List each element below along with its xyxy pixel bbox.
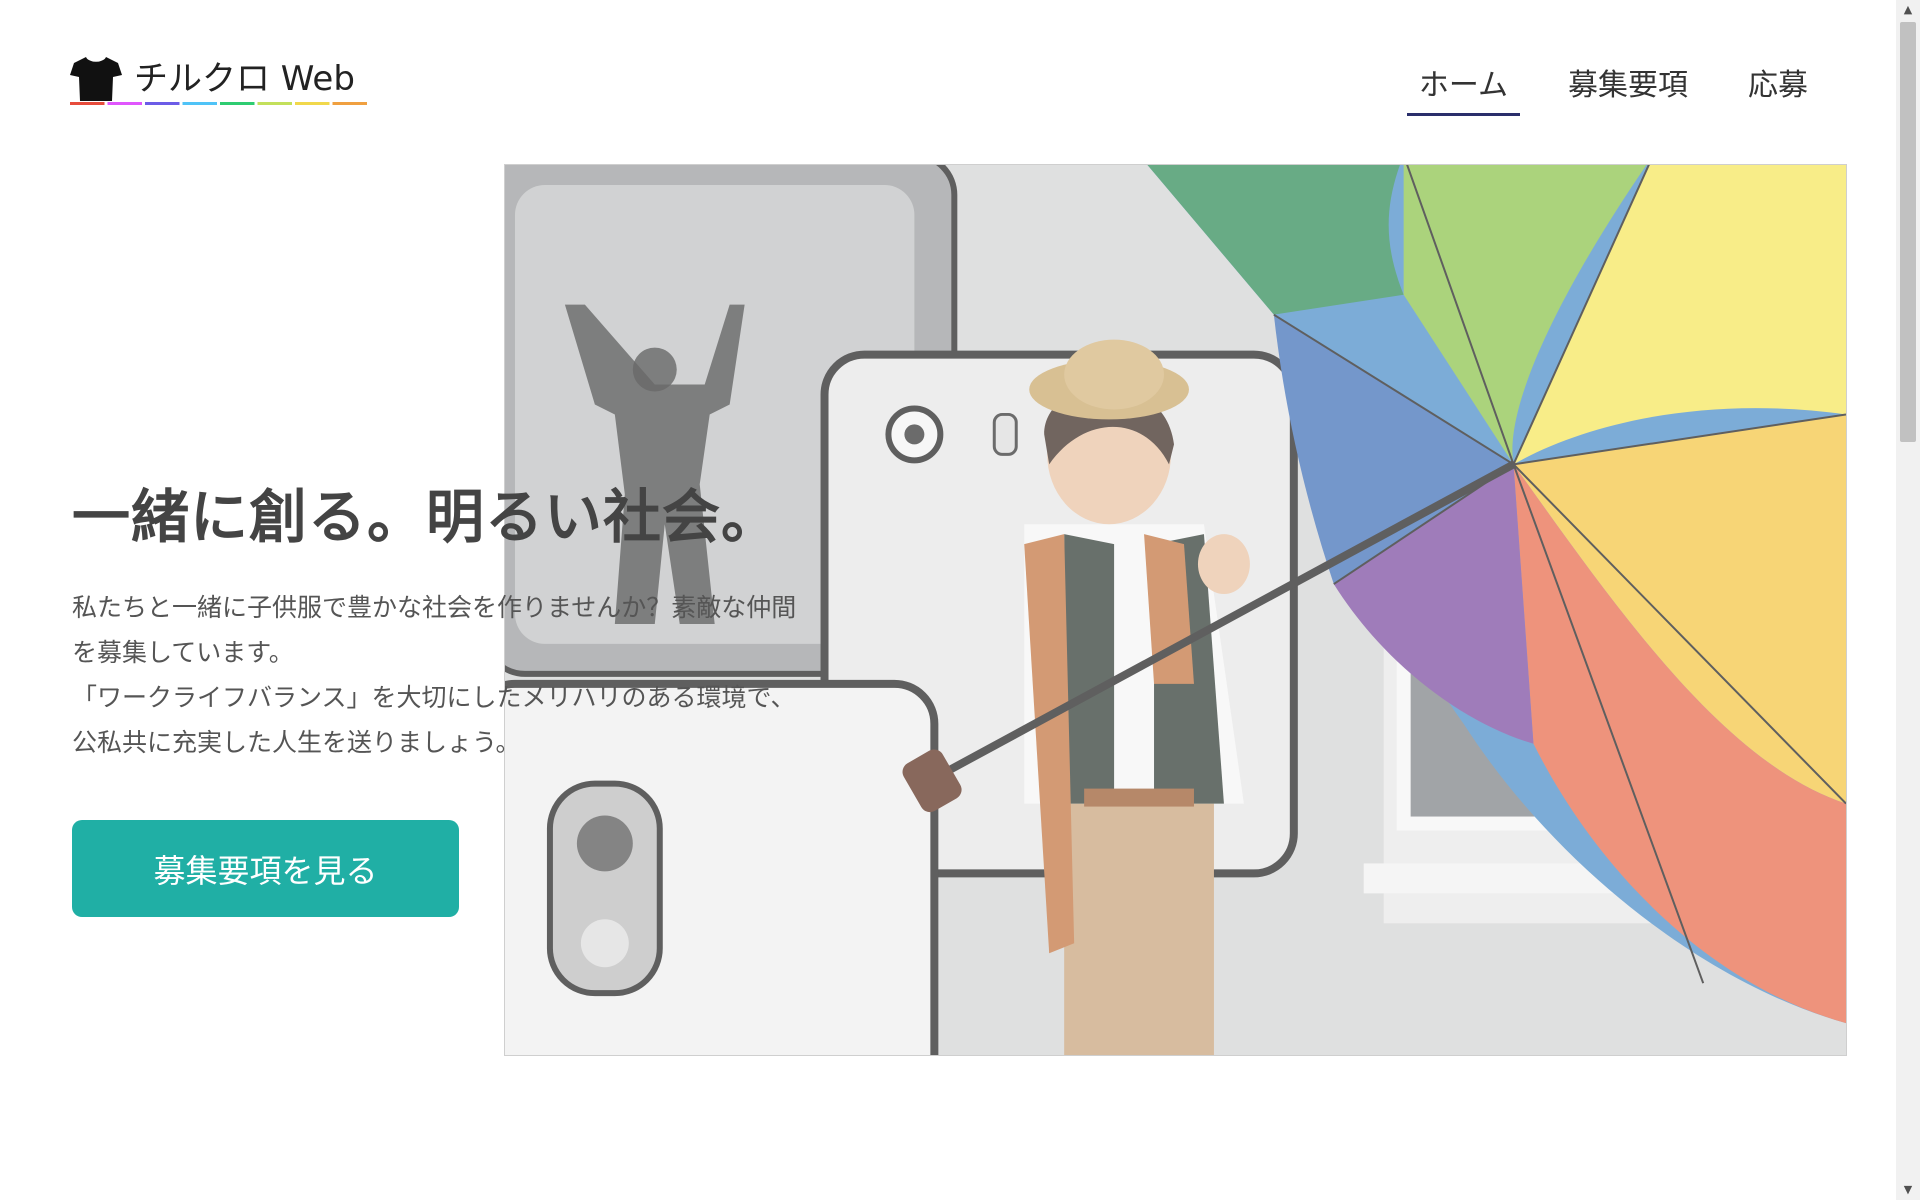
hero-title: 一緒に創る。明るい社会。 bbox=[72, 483, 781, 551]
nav-item-home[interactable]: ホーム bbox=[1406, 60, 1521, 116]
page: チルクロ Web ホーム 募集要項 応募 一緒に創る。明るい社会。 私たちと一緒… bbox=[0, 0, 1920, 1200]
logo-text: チルクロ Web bbox=[134, 59, 355, 99]
logo-color-underline bbox=[70, 102, 367, 105]
logo-underline-segment bbox=[257, 102, 292, 105]
scrollbar-thumb[interactable] bbox=[1900, 22, 1916, 442]
hero-description: 私たちと一緒に子供服で豊かな社会を作りませんか？素敵な仲間を募集しています。 「… bbox=[72, 585, 812, 765]
logo-underline-segment bbox=[220, 102, 255, 105]
logo-underline-segment bbox=[332, 102, 367, 105]
nav-item-recruitment[interactable]: 募集要項 bbox=[1556, 60, 1700, 116]
scroll-up-arrow-icon[interactable]: ▲ bbox=[1896, 0, 1920, 20]
main-nav: ホーム 募集要項 応募 bbox=[1371, 60, 1820, 116]
hero-description-line-2: 「ワークライフバランス」を大切にしたメリハリのある環境で、公私共に充実した人生を… bbox=[72, 683, 796, 757]
site-logo[interactable]: チルクロ Web bbox=[70, 55, 380, 110]
vertical-scrollbar[interactable]: ▲ ▼ bbox=[1896, 0, 1920, 1200]
logo-underline-segment bbox=[182, 102, 217, 105]
hero-description-line-1: 私たちと一緒に子供服で豊かな社会を作りませんか？素敵な仲間を募集しています。 bbox=[72, 593, 797, 667]
logo-underline-segment bbox=[145, 102, 180, 105]
logo-underline-segment bbox=[107, 102, 142, 105]
scroll-down-arrow-icon[interactable]: ▼ bbox=[1896, 1180, 1920, 1200]
logo-underline-segment bbox=[70, 102, 105, 105]
logo-underline-segment bbox=[295, 102, 330, 105]
nav-item-apply[interactable]: 応募 bbox=[1736, 60, 1820, 116]
tshirt-icon bbox=[70, 57, 122, 101]
view-recruitment-button[interactable]: 募集要項を見る bbox=[72, 820, 459, 917]
